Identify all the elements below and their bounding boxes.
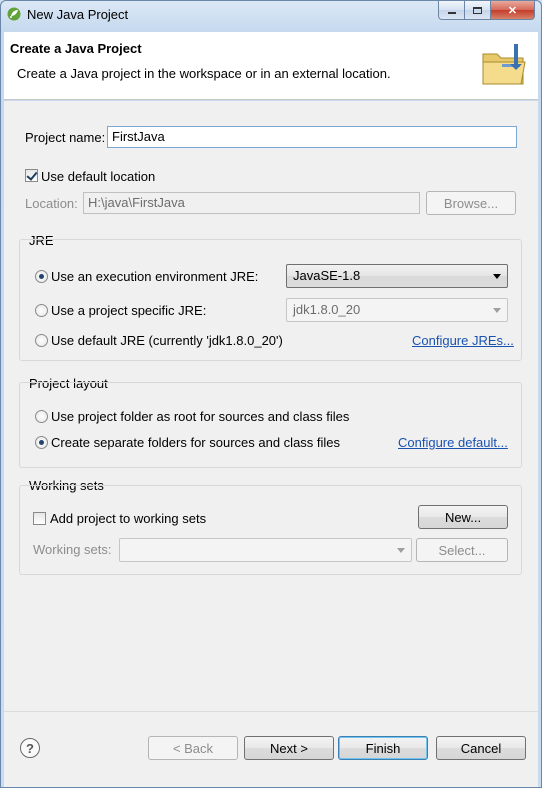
jre-env-radio[interactable] [35, 270, 48, 283]
location-label: Location: [25, 196, 78, 211]
new-working-set-button[interactable]: New... [418, 505, 508, 529]
maximize-button[interactable] [465, 1, 491, 20]
java-project-folder-icon [482, 44, 526, 85]
window-title: New Java Project [27, 7, 129, 22]
project-specific-jre-value: jdk1.8.0_20 [293, 302, 361, 317]
chevron-down-icon [493, 274, 501, 279]
project-specific-jre-select[interactable]: jdk1.8.0_20 [286, 298, 508, 322]
browse-button[interactable]: Browse... [426, 191, 516, 215]
minimize-button[interactable] [438, 1, 465, 20]
add-to-working-sets-label: Add project to working sets [50, 511, 207, 526]
layout-separate-radio[interactable] [35, 436, 48, 449]
banner-description: Create a Java project in the workspace o… [17, 66, 391, 81]
location-input[interactable]: H:\java\FirstJava [83, 192, 420, 214]
working-sets-label: Working sets: [33, 542, 112, 557]
close-icon: ✕ [507, 4, 518, 17]
use-default-location-label: Use default location [41, 169, 156, 184]
next-button[interactable]: Next > [244, 736, 334, 760]
help-icon[interactable]: ? [20, 738, 40, 758]
banner-title: Create a Java Project [10, 41, 142, 56]
minimize-icon [447, 12, 456, 14]
header-banner: Create a Java Project Create a Java proj… [4, 32, 538, 100]
finish-button[interactable]: Finish [338, 736, 428, 760]
jre-group: Use an execution environment JRE: JavaSE… [19, 239, 522, 361]
configure-default-link[interactable]: Configure default... [398, 435, 508, 450]
working-sets-group: Add project to working sets New... Worki… [19, 485, 522, 575]
jre-env-label: Use an execution environment JRE: [51, 269, 259, 284]
close-button[interactable]: ✕ [491, 1, 535, 20]
layout-root-label: Use project folder as root for sources a… [51, 409, 350, 424]
working-sets-select[interactable] [119, 538, 412, 562]
title-bar[interactable]: New Java Project ✕ [1, 1, 541, 29]
execution-environment-value: JavaSE-1.8 [293, 268, 361, 283]
layout-separate-label: Create separate folders for sources and … [51, 435, 341, 450]
use-default-location-checkbox[interactable] [25, 169, 38, 182]
chevron-down-icon [397, 548, 405, 553]
add-to-working-sets-checkbox[interactable] [33, 512, 46, 525]
jre-specific-label: Use a project specific JRE: [51, 303, 207, 318]
project-name-input[interactable]: FirstJava [107, 126, 517, 148]
cancel-button[interactable]: Cancel [436, 736, 526, 760]
wizard-content: Project name: FirstJava Use default loca… [4, 101, 538, 711]
layout-root-radio[interactable] [35, 410, 48, 423]
new-java-project-window: New Java Project ✕ Create a Java Project… [0, 0, 542, 788]
jre-default-radio[interactable] [35, 334, 48, 347]
project-name-label: Project name: [25, 130, 106, 145]
jre-specific-radio[interactable] [35, 304, 48, 317]
configure-jres-link[interactable]: Configure JREs... [412, 333, 514, 348]
eclipse-spring-icon [7, 7, 21, 21]
wizard-footer: ? < Back Next > Finish Cancel [4, 711, 538, 787]
window-controls: ✕ [438, 1, 535, 21]
select-working-sets-button[interactable]: Select... [416, 538, 508, 562]
execution-environment-select[interactable]: JavaSE-1.8 [286, 264, 508, 288]
back-button[interactable]: < Back [148, 736, 238, 760]
jre-default-label: Use default JRE (currently 'jdk1.8.0_20'… [51, 333, 283, 348]
chevron-down-icon [493, 308, 501, 313]
maximize-icon [473, 6, 482, 14]
project-layout-group: Use project folder as root for sources a… [19, 382, 522, 468]
